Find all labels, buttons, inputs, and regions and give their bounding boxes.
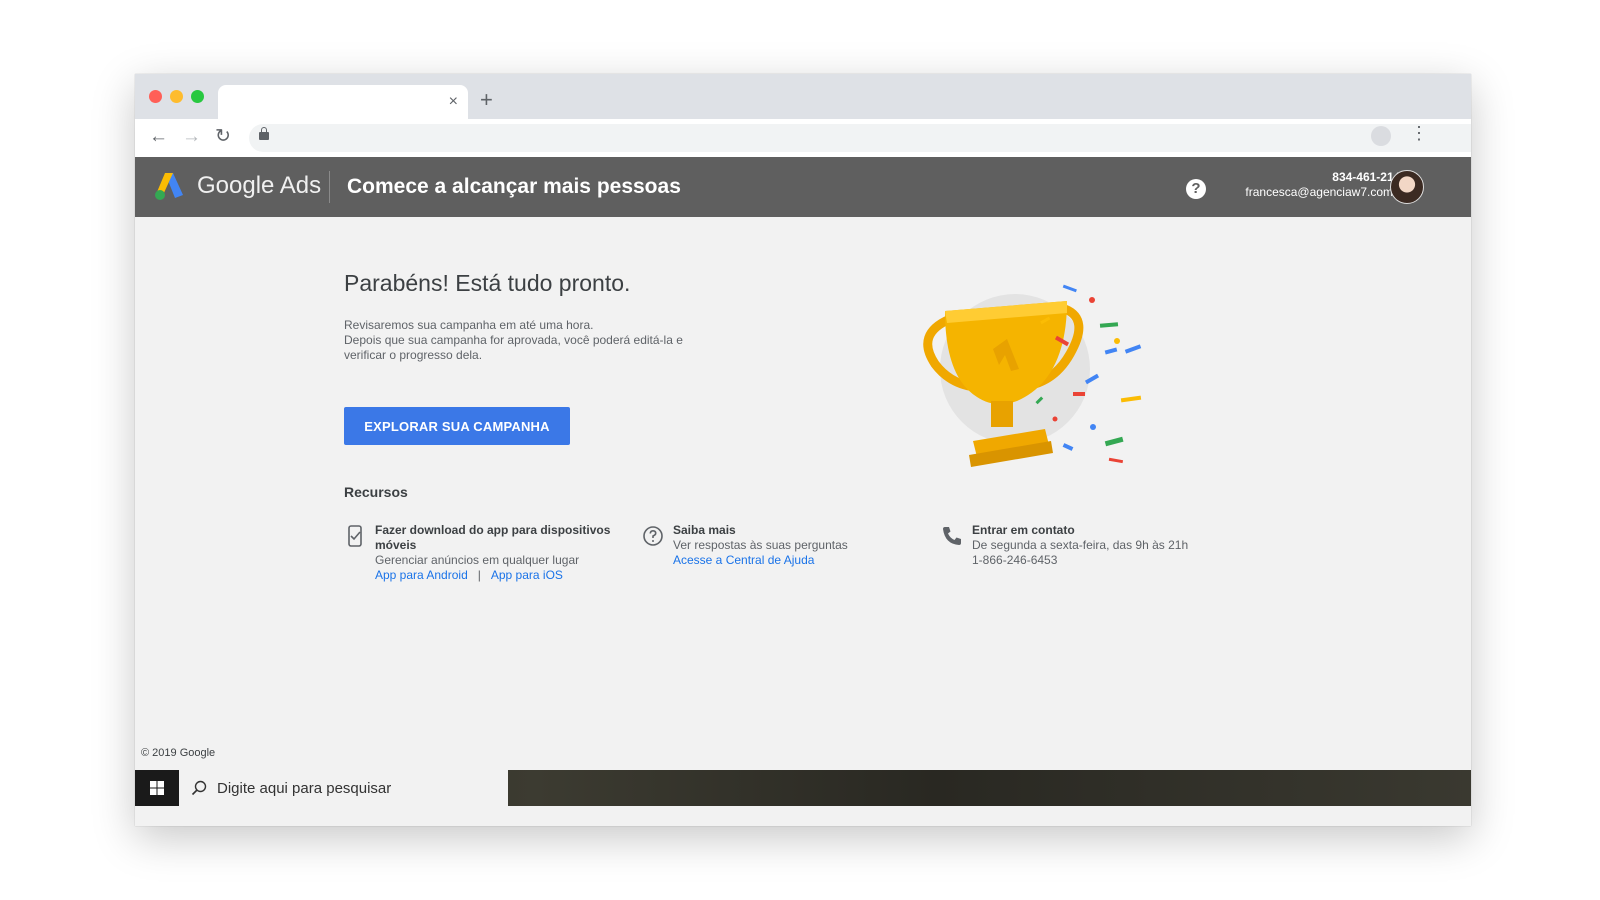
campaign-description: Revisaremos sua campanha em até uma hora… xyxy=(344,318,724,363)
page-title: Comece a alcançar mais pessoas xyxy=(347,175,681,198)
lock-icon xyxy=(259,127,269,140)
start-button[interactable] xyxy=(135,770,179,806)
description-line: Revisaremos sua campanha em até uma hora… xyxy=(344,318,594,332)
congrats-heading: Parabéns! Está tudo pronto. xyxy=(344,270,631,296)
search-icon xyxy=(191,780,207,796)
maximize-window-button[interactable] xyxy=(191,90,204,103)
link-separator: | xyxy=(477,568,481,582)
google-ads-logo-icon[interactable] xyxy=(153,171,185,201)
copyright-text: © 2019 Google xyxy=(141,747,216,759)
windows-logo-icon xyxy=(150,781,164,795)
browser-menu-icon[interactable]: ⋮ xyxy=(1410,123,1428,144)
help-center-link[interactable]: Acesse a Central de Ajuda xyxy=(673,553,923,568)
new-tab-button[interactable]: + xyxy=(480,87,493,113)
phone-icon xyxy=(943,527,961,545)
browser-window: × + ← → ↻ ☆ ⋮ Google Ads Comece a alcanç… xyxy=(135,74,1471,826)
tab-close-icon[interactable]: × xyxy=(449,93,458,111)
tab-strip: × + xyxy=(135,74,1471,119)
forward-button[interactable]: → xyxy=(182,125,201,149)
back-button[interactable]: ← xyxy=(149,125,168,149)
address-bar[interactable]: ☆ xyxy=(249,124,1471,152)
taskbar: Digite aqui para pesquisar xyxy=(135,770,1471,826)
browser-tab[interactable]: × xyxy=(218,85,468,119)
resource-title: Entrar em contato xyxy=(972,523,1075,537)
main-content: Parabéns! Está tudo pronto. Revisaremos … xyxy=(135,217,1471,777)
user-avatar[interactable] xyxy=(1390,170,1424,204)
app-header: Google Ads Comece a alcançar mais pessoa… xyxy=(135,157,1471,217)
resources-heading: Recursos xyxy=(344,484,408,500)
taskbar-search-placeholder[interactable]: Digite aqui para pesquisar xyxy=(217,780,391,798)
profile-avatar-button[interactable] xyxy=(1371,126,1391,146)
ios-app-link[interactable]: App para iOS xyxy=(491,568,563,582)
header-divider xyxy=(329,171,330,203)
contact-phone: 1-866-246-6453 xyxy=(972,553,1058,567)
description-line: verificar o progresso dela. xyxy=(344,348,483,362)
minimize-window-button[interactable] xyxy=(170,90,183,103)
explore-campaign-button[interactable]: EXPLORAR SUA CAMPANHA xyxy=(344,407,570,445)
resource-text: Gerenciar anúncios em qualquer lugar xyxy=(375,553,580,567)
resource-title: Fazer download do app para dispositivos xyxy=(375,523,611,537)
browser-toolbar: ← → ↻ ☆ xyxy=(135,119,1471,157)
reload-button[interactable]: ↻ xyxy=(215,125,231,149)
resource-title: Saiba mais xyxy=(673,523,736,537)
taskbar-search-box[interactable]: Digite aqui para pesquisar xyxy=(179,770,508,806)
close-window-button[interactable] xyxy=(149,90,162,103)
resource-text: De segunda a sexta-feira, das 9h às 21h xyxy=(972,538,1189,552)
account-phone: 834-461-2145 xyxy=(1332,170,1407,184)
brand-name[interactable]: Google Ads xyxy=(197,172,321,200)
trophy-illustration xyxy=(923,284,1142,467)
resource-text: Ver respostas às suas perguntas xyxy=(673,538,848,552)
resource-title: móveis xyxy=(375,538,417,552)
mobile-download-icon xyxy=(348,525,362,547)
help-icon[interactable]: ? xyxy=(1186,179,1206,199)
account-info[interactable]: 834-461-2145 francesca@agenciaw7.com.br xyxy=(1245,170,1407,200)
description-line: Depois que sua campanha for aprovada, vo… xyxy=(344,333,683,347)
help-circle-icon xyxy=(643,526,663,546)
android-app-link[interactable]: App para Android xyxy=(375,568,468,582)
account-email: francesca@agenciaw7.com.br xyxy=(1245,185,1407,199)
